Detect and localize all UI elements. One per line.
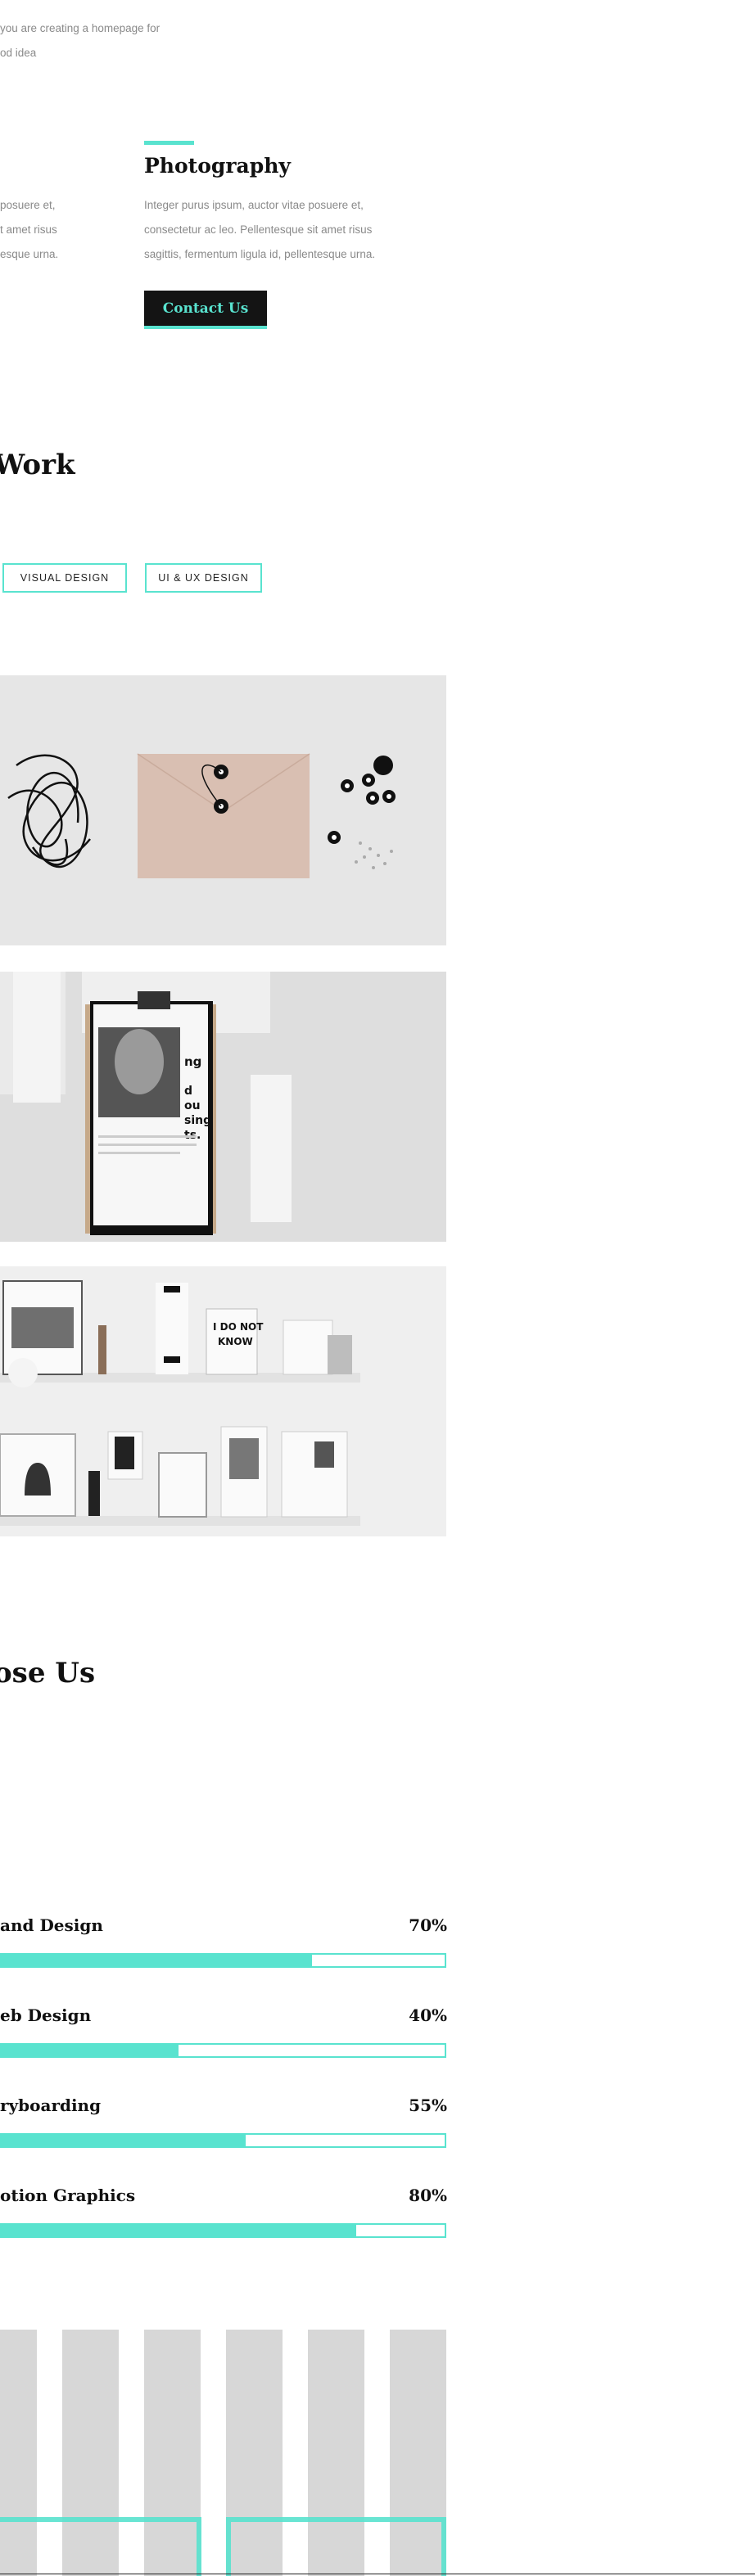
skill-bar-fill [2,2135,246,2146]
filter-visual-design[interactable]: VISUAL DESIGN [2,563,127,593]
shelves-illustration: I DO NOT KNOW [0,1266,446,1536]
portfolio-image-clipboard[interactable]: ng d ou sing ts. [0,972,446,1242]
skill-percent: 80% [409,2186,447,2205]
svg-text:sing: sing [184,1114,211,1127]
photography-title: Photography [144,154,291,178]
skill-label: eb Design [0,2005,92,2025]
skill-label: and Design [0,1915,103,1935]
contact-us-button[interactable]: Contact Us [144,291,267,329]
skill-bar-fill [2,2045,179,2056]
portfolio-image-shelves[interactable]: I DO NOT KNOW [0,1266,446,1536]
service-left-line: esque urna. [0,248,59,260]
skill-percent: 70% [409,1915,447,1935]
bottom-card-outline-left [0,2517,201,2576]
svg-text:d: d [184,1085,192,1098]
service-left-line: posuere et, [0,199,56,211]
skill-label: otion Graphics [0,2186,136,2205]
photography-line: consectetur ac leo. Pellentesque sit ame… [144,223,373,236]
svg-text:I DO NOT: I DO NOT [213,1321,264,1333]
photography-description: Integer purus ipsum, auctor vitae posuer… [144,193,414,267]
intro-text: you are creating a homepage for od idea [0,16,160,65]
skill-bar-fill [2,2225,356,2236]
skill-bar [0,2133,446,2148]
svg-text:ng: ng [184,1054,201,1069]
portfolio-image-envelope[interactable] [0,675,446,945]
svg-text:KNOW: KNOW [218,1336,253,1347]
photography-line: sagittis, fermentum ligula id, pellentes… [144,248,376,260]
why-choose-us-title: ose Us [0,1657,96,1690]
skill-label: ryboarding [0,2096,102,2115]
skill-percent: 55% [409,2096,447,2115]
skill-bar [0,1953,446,1968]
work-section-title: Work [0,449,75,481]
clipboard-illustration: ng d ou sing ts. [0,972,446,1242]
skill-bar-fill [2,1955,312,1966]
svg-text:ou: ou [184,1099,201,1112]
intro-line-1: you are creating a homepage for [0,22,160,34]
filter-ui-ux-design[interactable]: UI & UX DESIGN [145,563,262,593]
photography-accent-line [144,141,194,145]
service-left-text: posuere et, t amet risus esque urna. [0,193,98,267]
bottom-card-outline-right [226,2517,446,2576]
envelope-illustration [0,675,446,945]
intro-line-2: od idea [0,47,37,59]
service-left-line: t amet risus [0,223,57,236]
skill-percent: 40% [409,2005,447,2025]
skill-bar [0,2223,446,2238]
skill-bar [0,2043,446,2058]
photography-line: Integer purus ipsum, auctor vitae posuer… [144,199,364,211]
